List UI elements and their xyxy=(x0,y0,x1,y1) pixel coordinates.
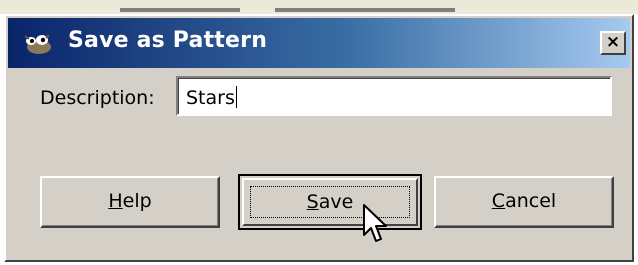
save-button[interactable]: Save xyxy=(238,174,422,230)
title-bar[interactable]: Save as Pattern × xyxy=(8,18,630,68)
background-window-edge xyxy=(0,0,638,14)
text-caret xyxy=(235,86,237,108)
arrow-cursor-icon xyxy=(363,204,387,242)
description-value: Stars xyxy=(186,86,237,109)
description-input[interactable]: Stars xyxy=(176,76,612,116)
close-button[interactable]: × xyxy=(600,31,626,55)
cancel-mnemonic: C xyxy=(491,190,506,212)
close-icon: × xyxy=(605,32,621,52)
help-mnemonic: H xyxy=(108,190,123,212)
cancel-button[interactable]: Cancel xyxy=(434,176,614,228)
help-label-rest: elp xyxy=(122,190,152,212)
save-label-rest: ave xyxy=(318,191,354,213)
help-button[interactable]: Help xyxy=(40,176,220,228)
screen: Save as Pattern × Description: Stars Hel… xyxy=(0,0,638,265)
cancel-label-rest: ancel xyxy=(505,190,557,212)
save-as-pattern-dialog: Save as Pattern × Description: Stars Hel… xyxy=(4,14,634,262)
save-mnemonic: S xyxy=(306,191,319,213)
description-label: Description: xyxy=(40,87,155,109)
gimp-wilber-icon xyxy=(24,34,51,54)
dialog-title: Save as Pattern xyxy=(68,28,268,53)
